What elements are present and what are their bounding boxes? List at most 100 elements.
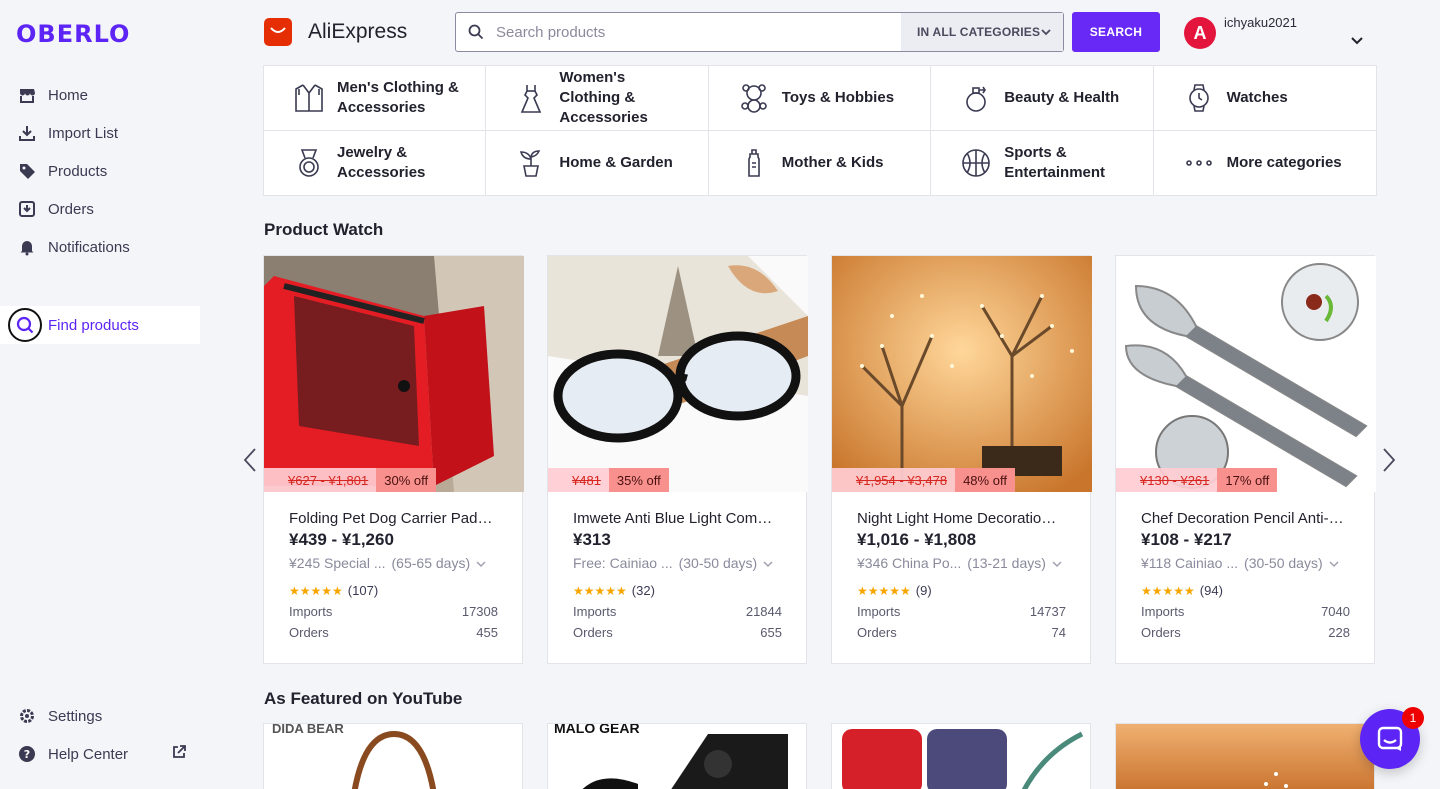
category-mens-clothing[interactable]: Men's Clothing & Accessories <box>264 66 487 131</box>
shipping-select[interactable]: Free: Cainiao ... (30-50 days) <box>573 555 782 571</box>
sidebar-item-help-center[interactable]: ? Help Center <box>0 735 200 773</box>
tag-icon <box>18 162 36 180</box>
chat-icon <box>1377 726 1403 751</box>
shipping-select[interactable]: ¥118 Cainiao ... (30-50 days) <box>1141 555 1350 571</box>
user-menu-chevron-icon[interactable] <box>1350 32 1364 50</box>
username: ichyaku2021 <box>1224 15 1297 30</box>
star-rating-icon: ★★★★★ <box>573 583 627 598</box>
chevron-down-icon <box>1052 555 1062 571</box>
bell-icon <box>18 238 36 256</box>
imports-stat: Imports 21844 <box>573 604 782 619</box>
download-icon <box>18 124 36 142</box>
product-image[interactable]: ¥627 - ¥1,801 30% off <box>264 256 524 492</box>
sidebar-item-label: Import List <box>48 124 119 142</box>
shirt-icon <box>292 81 326 115</box>
category-beauty-health[interactable]: Beauty & Health <box>931 66 1154 131</box>
category-select-label: IN ALL CATEGORIES <box>917 25 1041 39</box>
teddy-bear-icon <box>737 81 771 115</box>
medal-ring-icon <box>292 146 326 180</box>
sidebar-item-find-products[interactable]: Find products <box>0 306 200 344</box>
category-select[interactable]: IN ALL CATEGORIES <box>901 13 1063 51</box>
chevron-down-icon <box>1041 25 1051 39</box>
chevron-down-icon <box>763 555 773 571</box>
search-icon <box>8 308 42 342</box>
sidebar-item-orders[interactable]: Orders <box>0 190 200 228</box>
featured-card[interactable]: MALO GEAR <box>547 723 807 789</box>
product-title[interactable]: Night Light Home Decoration Tree Lamp <box>857 510 1062 527</box>
plant-icon <box>514 146 548 180</box>
sidebar-item-label: Help Center <box>48 745 129 763</box>
sidebar-item-label: Notifications <box>48 238 130 256</box>
product-title[interactable]: Imwete Anti Blue Light Computer Glasses <box>573 510 778 527</box>
sidebar-item-label: Find products <box>48 316 139 334</box>
inbox-download-icon <box>18 200 36 218</box>
featured-brand: DIDA BEAR <box>272 723 344 736</box>
orders-stat: Orders 74 <box>857 625 1066 640</box>
sidebar-item-label: Home <box>48 86 89 104</box>
category-womens-clothing[interactable]: Women's Clothing & Accessories <box>486 66 709 131</box>
category-grid: Men's Clothing & Accessories Women's Clo… <box>263 65 1377 196</box>
product-card[interactable]: ¥481 35% off Imwete Anti Blue Light Comp… <box>547 255 808 664</box>
shipping-select[interactable]: ¥245 Special ... (65-65 days) <box>289 555 498 571</box>
sidebar: OBERLO Home Import List Products Orders … <box>0 0 200 789</box>
featured-card[interactable] <box>831 723 1091 789</box>
search-input[interactable] <box>496 13 901 51</box>
sidebar-item-label: Settings <box>48 707 103 725</box>
external-link-icon <box>172 745 186 763</box>
watch-icon <box>1182 81 1216 115</box>
carousel-next-arrow-icon[interactable] <box>1377 446 1401 474</box>
product-card[interactable]: ¥1,954 - ¥3,478 48% off Night Light Home… <box>831 255 1092 664</box>
featured-card[interactable]: DIDA BEAR <box>263 723 523 789</box>
product-image[interactable]: ¥1,954 - ¥3,478 48% off <box>832 256 1092 492</box>
sidebar-item-products[interactable]: Products <box>0 152 200 190</box>
category-toys-hobbies[interactable]: Toys & Hobbies <box>708 66 932 131</box>
category-watches[interactable]: Watches <box>1153 66 1376 131</box>
source-name: AliExpress <box>308 20 408 43</box>
product-title[interactable]: Folding Pet Dog Carrier Pad Waterproof <box>289 510 494 527</box>
search-bar: IN ALL CATEGORIES <box>455 12 1064 52</box>
carousel-prev-arrow-icon[interactable] <box>238 446 262 474</box>
product-image[interactable]: ¥481 35% off <box>548 256 808 492</box>
product-card[interactable]: ¥130 - ¥261 17% off Chef Decoration Penc… <box>1115 255 1376 664</box>
sidebar-item-label: Orders <box>48 200 94 218</box>
category-home-garden[interactable]: Home & Garden <box>486 130 709 195</box>
aliexpress-logo <box>264 18 292 46</box>
featured-card[interactable] <box>1115 723 1375 789</box>
product-price: ¥313 <box>573 530 611 549</box>
svg-text:?: ? <box>24 748 30 761</box>
search-button[interactable]: SEARCH <box>1072 12 1160 52</box>
chevron-down-icon <box>476 555 486 571</box>
rating: ★★★★★ (107) <box>289 583 379 598</box>
star-rating-icon: ★★★★★ <box>857 583 911 598</box>
category-more[interactable]: More categories <box>1154 131 1376 196</box>
dress-icon <box>514 81 548 115</box>
product-price: ¥1,016 - ¥1,808 <box>857 530 977 549</box>
sidebar-item-label: Products <box>48 162 108 180</box>
sidebar-item-import-list[interactable]: Import List <box>0 114 200 152</box>
product-price: ¥439 - ¥1,260 <box>289 530 394 549</box>
oberlo-logo[interactable]: OBERLO <box>16 20 130 48</box>
basketball-icon <box>959 146 993 180</box>
discount-badge: ¥481 35% off <box>548 468 669 492</box>
baby-bottle-icon <box>737 146 771 180</box>
shipping-select[interactable]: ¥346 China Po... (13-21 days) <box>857 555 1066 571</box>
category-sports[interactable]: Sports & Entertainment <box>931 130 1154 195</box>
avatar[interactable]: A <box>1184 17 1216 49</box>
perfume-icon <box>959 81 993 115</box>
sidebar-item-home[interactable]: Home <box>0 76 200 114</box>
orders-stat: Orders 655 <box>573 625 782 640</box>
section-title-youtube: As Featured on YouTube <box>264 689 463 708</box>
rating: ★★★★★ (9) <box>857 583 932 598</box>
orders-stat: Orders 455 <box>289 625 498 640</box>
product-price: ¥108 - ¥217 <box>1141 530 1232 549</box>
star-rating-icon: ★★★★★ <box>1141 583 1195 598</box>
orders-stat: Orders 228 <box>1141 625 1350 640</box>
product-card[interactable]: ¥627 - ¥1,801 30% off Folding Pet Dog Ca… <box>263 255 524 664</box>
sidebar-item-settings[interactable]: Settings <box>0 697 200 735</box>
category-jewelry[interactable]: Jewelry & Accessories <box>264 130 487 195</box>
gear-icon <box>18 707 36 725</box>
product-image[interactable]: ¥130 - ¥261 17% off <box>1116 256 1376 492</box>
sidebar-item-notifications[interactable]: Notifications <box>0 228 200 266</box>
product-title[interactable]: Chef Decoration Pencil Anti-spill Spoon <box>1141 510 1346 527</box>
category-mother-kids[interactable]: Mother & Kids <box>709 130 932 195</box>
